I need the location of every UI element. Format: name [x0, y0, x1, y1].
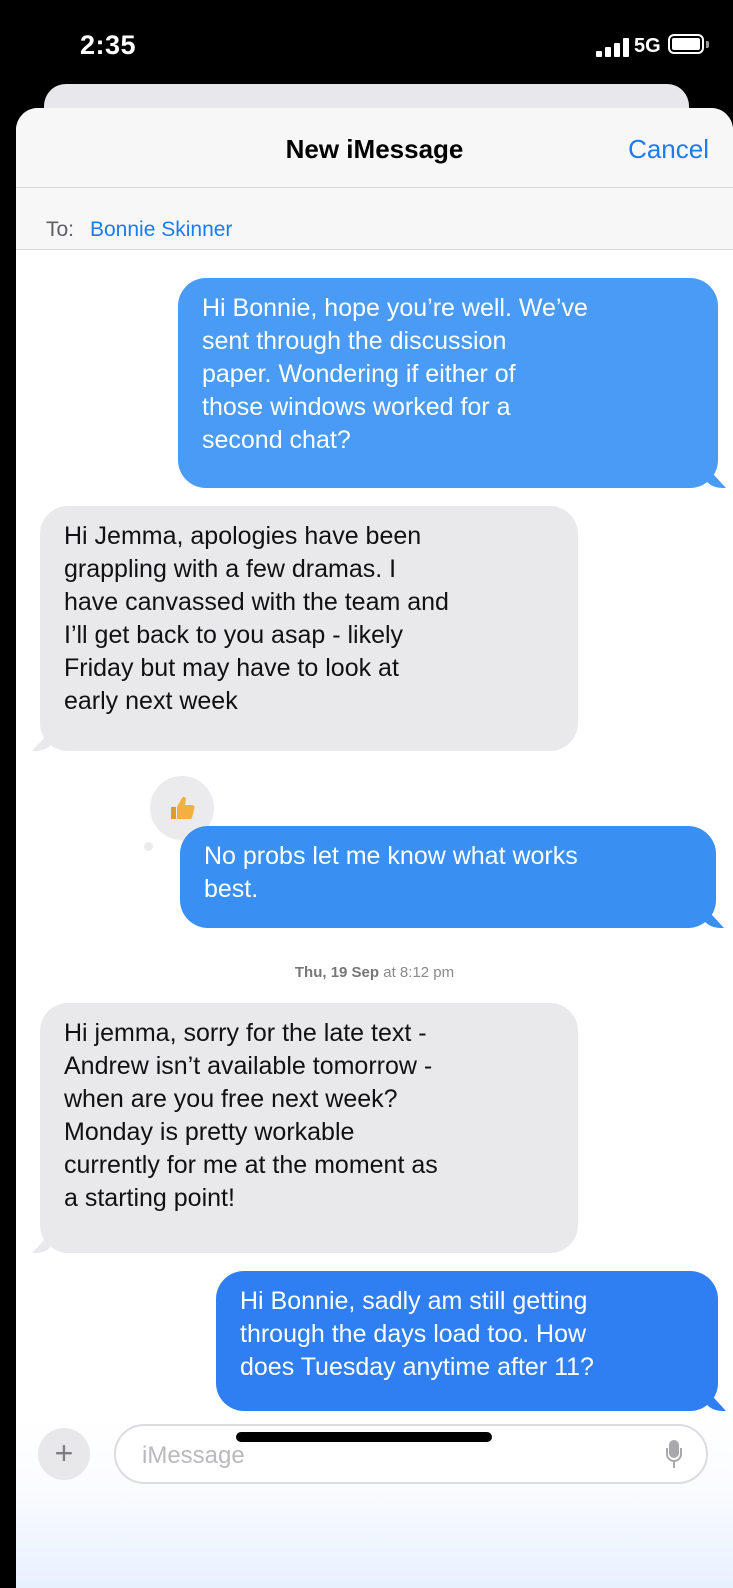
tapback-tail: [144, 842, 153, 851]
message-line: when are you free next week?: [64, 1085, 398, 1113]
to-label: To:: [46, 218, 75, 241]
message-line: sent through the discussion: [202, 327, 507, 355]
home-indicator[interactable]: [236, 1432, 492, 1442]
message-line: Hi Bonnie, sadly am still getting: [240, 1287, 588, 1315]
status-time: 2:35: [80, 30, 137, 60]
message-line: a starting point!: [64, 1184, 235, 1212]
message-line: best.: [204, 875, 259, 903]
message-line: does Tuesday anytime after 11?: [240, 1353, 594, 1381]
message-line: I’ll get back to you asap - likely: [64, 621, 404, 649]
message-bubble-sent[interactable]: Hi Bonnie, sadly am still getting throug…: [216, 1271, 718, 1411]
sheet-title: New iMessage: [285, 134, 464, 164]
message-line: Hi Bonnie, hope you’re well. We’ve: [202, 294, 588, 322]
sheet-header: New iMessage Cancel: [16, 108, 733, 188]
plus-icon[interactable]: +: [38, 1428, 90, 1480]
recipient-row[interactable]: To: Bonnie Skinner: [16, 188, 733, 250]
message-line: Friday but may have to look at: [64, 654, 399, 682]
new-message-sheet: New iMessage Cancel To: Bonnie Skinner H…: [16, 108, 733, 1588]
status-bar: 2:35 5G: [0, 0, 733, 92]
microphone-icon[interactable]: [666, 1440, 682, 1470]
message-line: Monday is pretty workable: [64, 1118, 355, 1146]
message-bubble-sent[interactable]: No probs let me know what works best.: [180, 826, 716, 928]
message-line: No probs let me know what works: [204, 842, 578, 870]
message-timestamp: Thu, 19 Sep at 8:12 pm: [16, 964, 733, 981]
message-line: have canvassed with the team and: [64, 588, 449, 616]
message-line: through the days load too. How: [240, 1320, 587, 1348]
message-line: early next week: [64, 687, 238, 715]
battery-tip: [706, 41, 709, 48]
message-line: second chat?: [202, 426, 351, 454]
recipient-name[interactable]: Bonnie Skinner: [90, 218, 232, 242]
message-bubble-received[interactable]: Hi Jemma, apologies have been grappling …: [40, 506, 578, 751]
message-line: grappling with a few dramas. I: [64, 555, 397, 583]
cancel-button[interactable]: Cancel: [628, 134, 709, 165]
timestamp-day: Thu, 19 Sep: [294, 964, 380, 981]
message-line: currently for me at the moment as: [64, 1151, 438, 1179]
battery-icon: [668, 34, 704, 54]
network-type: 5G: [634, 35, 661, 57]
message-line: Hi jemma, sorry for the late text -: [64, 1019, 427, 1047]
message-input-placeholder: iMessage: [142, 1442, 245, 1469]
message-line: Hi Jemma, apologies have been: [64, 522, 422, 550]
message-bubble-sent[interactable]: Hi Bonnie, hope you’re well. We’ve sent …: [178, 278, 718, 488]
message-line: Andrew isn’t available tomorrow -: [64, 1052, 433, 1080]
message-line: paper. Wondering if either of: [202, 360, 516, 388]
thumbs-up-glyph: [171, 796, 195, 819]
timestamp-time: at 8:12 pm: [379, 964, 455, 981]
cellular-signal-icon: [596, 37, 632, 57]
message-line: those windows worked for a: [202, 393, 511, 421]
message-bubble-received[interactable]: Hi jemma, sorry for the late text - Andr…: [40, 1003, 578, 1253]
